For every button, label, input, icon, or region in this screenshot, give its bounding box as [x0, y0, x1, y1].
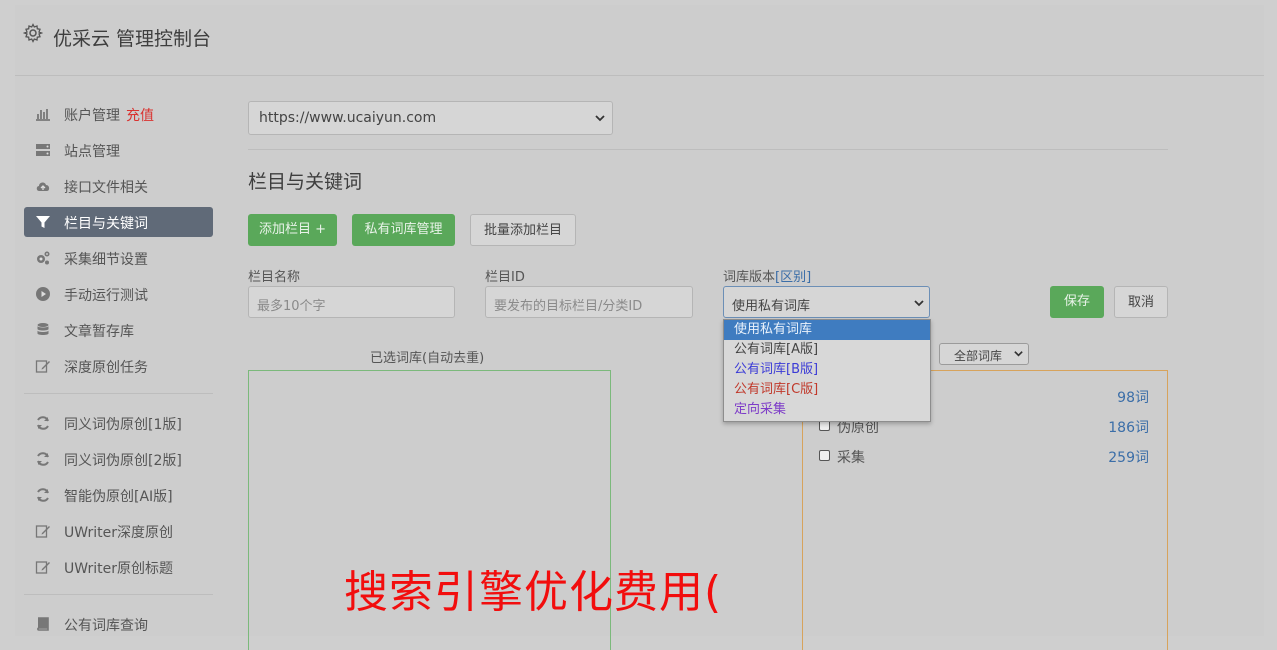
refresh-icon: [35, 451, 51, 467]
sidebar-item-label: 深度原创任务: [64, 360, 148, 376]
sidebar-item-collect-settings[interactable]: 采集细节设置: [24, 243, 213, 273]
lib-version-dropdown: 使用私有词库 公有词库[A版] 公有词库[B版] 公有词库[C版] 定向采集: [723, 319, 931, 422]
gear-icon: [23, 23, 43, 43]
watermark-text: 搜索引擎优化费用(: [344, 567, 723, 618]
sidebar-item-label: 同义词伪原创[1版]: [64, 417, 182, 433]
site-select[interactable]: https://www.ucaiyun.com: [248, 101, 613, 135]
refresh-icon: [35, 415, 51, 431]
add-column-button[interactable]: 添加栏目 +: [248, 214, 337, 246]
server-icon: [35, 142, 51, 158]
lib-row[interactable]: 采集 259词: [819, 447, 1149, 467]
divider: [248, 149, 1168, 150]
lib-version-select[interactable]: 使用私有词库: [723, 286, 930, 318]
dropdown-option[interactable]: 公有词库[C版]: [724, 380, 930, 400]
sidebar-item-label: 同义词伪原创[2版]: [64, 453, 182, 469]
sidebar-item-public-lib-query[interactable]: 公有词库查询: [24, 609, 213, 639]
sidebar-item-label: UWriter原创标题: [64, 561, 173, 577]
sidebar-item-synonym-v1[interactable]: 同义词伪原创[1版]: [24, 408, 213, 438]
column-name-placeholder: 最多10个字: [257, 299, 326, 314]
private-lib-button[interactable]: 私有词库管理: [352, 214, 455, 246]
column-id-placeholder: 要发布的目标栏目/分类ID: [494, 299, 643, 314]
chevron-down-icon: [914, 300, 924, 307]
sidebar-item-label: 账户管理: [64, 108, 120, 124]
edit-icon: [35, 523, 51, 539]
sidebar-item-uwriter-title[interactable]: UWriter原创标题: [24, 552, 213, 582]
page: 优采云 管理控制台 账户管理 充值 站点管理 接口文件相关 栏目与关键词 采集细…: [15, 5, 1264, 650]
chevron-down-icon: [595, 115, 605, 122]
lib-count: 186词: [1108, 420, 1149, 436]
lib-count: 259词: [1108, 450, 1149, 466]
sidebar-item-ai-rewrite[interactable]: 智能伪原创[AI版]: [24, 480, 213, 510]
cloud-upload-icon: [35, 178, 51, 194]
sidebar-item-synonym-v2[interactable]: 同义词伪原创[2版]: [24, 444, 213, 474]
refresh-icon: [35, 487, 51, 503]
sidebar-item-label: UWriter深度原创: [64, 525, 173, 541]
edit-icon: [35, 358, 51, 374]
site-select-value: https://www.ucaiyun.com: [259, 110, 437, 126]
sidebar-item-manual-run[interactable]: 手动运行测试: [24, 279, 213, 309]
cancel-button[interactable]: 取消: [1114, 286, 1168, 318]
sidebar-item-sites[interactable]: 站点管理: [24, 135, 213, 165]
dropdown-option[interactable]: 公有词库[B版]: [724, 360, 930, 380]
column-id-input[interactable]: 要发布的目标栏目/分类ID: [485, 286, 693, 318]
filter-icon: [35, 214, 51, 230]
lib-version-value: 使用私有词库: [732, 299, 811, 314]
page-title: 优采云 管理控制台: [53, 28, 212, 50]
batch-add-button[interactable]: 批量添加栏目: [470, 214, 576, 246]
lib-checkbox[interactable]: [819, 450, 830, 461]
lib-filter-value: 全部词库: [954, 349, 1003, 363]
lib-version-label-text: 词库版本: [723, 270, 776, 285]
selected-lib-title: 已选词库(自动去重): [370, 351, 485, 366]
sidebar-item-label: 站点管理: [64, 144, 120, 160]
sidebar-divider: [24, 594, 213, 595]
dropdown-option[interactable]: 定向采集: [724, 400, 930, 420]
header: 优采云 管理控制台: [15, 5, 1264, 76]
sidebar-item-label: 采集细节设置: [64, 252, 148, 268]
save-button[interactable]: 保存: [1050, 286, 1104, 318]
sidebar-divider: [24, 393, 213, 394]
chevron-down-icon: [1014, 351, 1023, 357]
book-icon: [35, 616, 51, 632]
lib-count: 98词: [1117, 390, 1149, 406]
bar-chart-icon: [35, 106, 51, 122]
dropdown-option[interactable]: 使用私有词库: [724, 320, 930, 340]
sidebar-item-label: 栏目与关键词: [64, 216, 148, 232]
column-id-label: 栏目ID: [485, 270, 525, 285]
recharge-link[interactable]: 充值: [126, 108, 154, 124]
play-circle-icon: [35, 286, 51, 302]
difference-link[interactable]: [区别]: [775, 270, 811, 285]
lib-version-label: 词库版本[区别]: [723, 266, 811, 285]
sidebar-item-label: 接口文件相关: [64, 180, 148, 196]
dropdown-option[interactable]: 公有词库[A版]: [724, 340, 930, 360]
lib-filter-select[interactable]: 全部词库: [939, 343, 1029, 365]
sidebar-item-label: 手动运行测试: [64, 288, 148, 304]
sidebar-item-label: 公有词库查询: [64, 618, 148, 634]
sidebar-item-deep-original-task[interactable]: 深度原创任务: [24, 351, 213, 381]
sidebar-item-label: 文章暂存库: [64, 324, 134, 340]
sidebar-item-label: 智能伪原创[AI版]: [64, 489, 173, 505]
column-name-label: 栏目名称: [248, 270, 301, 285]
column-name-input[interactable]: 最多10个字: [248, 286, 455, 318]
cogs-icon: [35, 250, 51, 266]
sidebar-item-api-files[interactable]: 接口文件相关: [24, 171, 213, 201]
lib-name: 采集: [837, 450, 865, 466]
database-icon: [35, 322, 51, 338]
sidebar-item-uwriter-deep[interactable]: UWriter深度原创: [24, 516, 213, 546]
edit-icon: [35, 559, 51, 575]
sidebar-item-account[interactable]: 账户管理 充值: [24, 99, 213, 129]
sidebar-item-columns-keywords[interactable]: 栏目与关键词: [24, 207, 213, 237]
sidebar-item-article-store[interactable]: 文章暂存库: [24, 315, 213, 345]
section-title: 栏目与关键词: [248, 171, 363, 193]
